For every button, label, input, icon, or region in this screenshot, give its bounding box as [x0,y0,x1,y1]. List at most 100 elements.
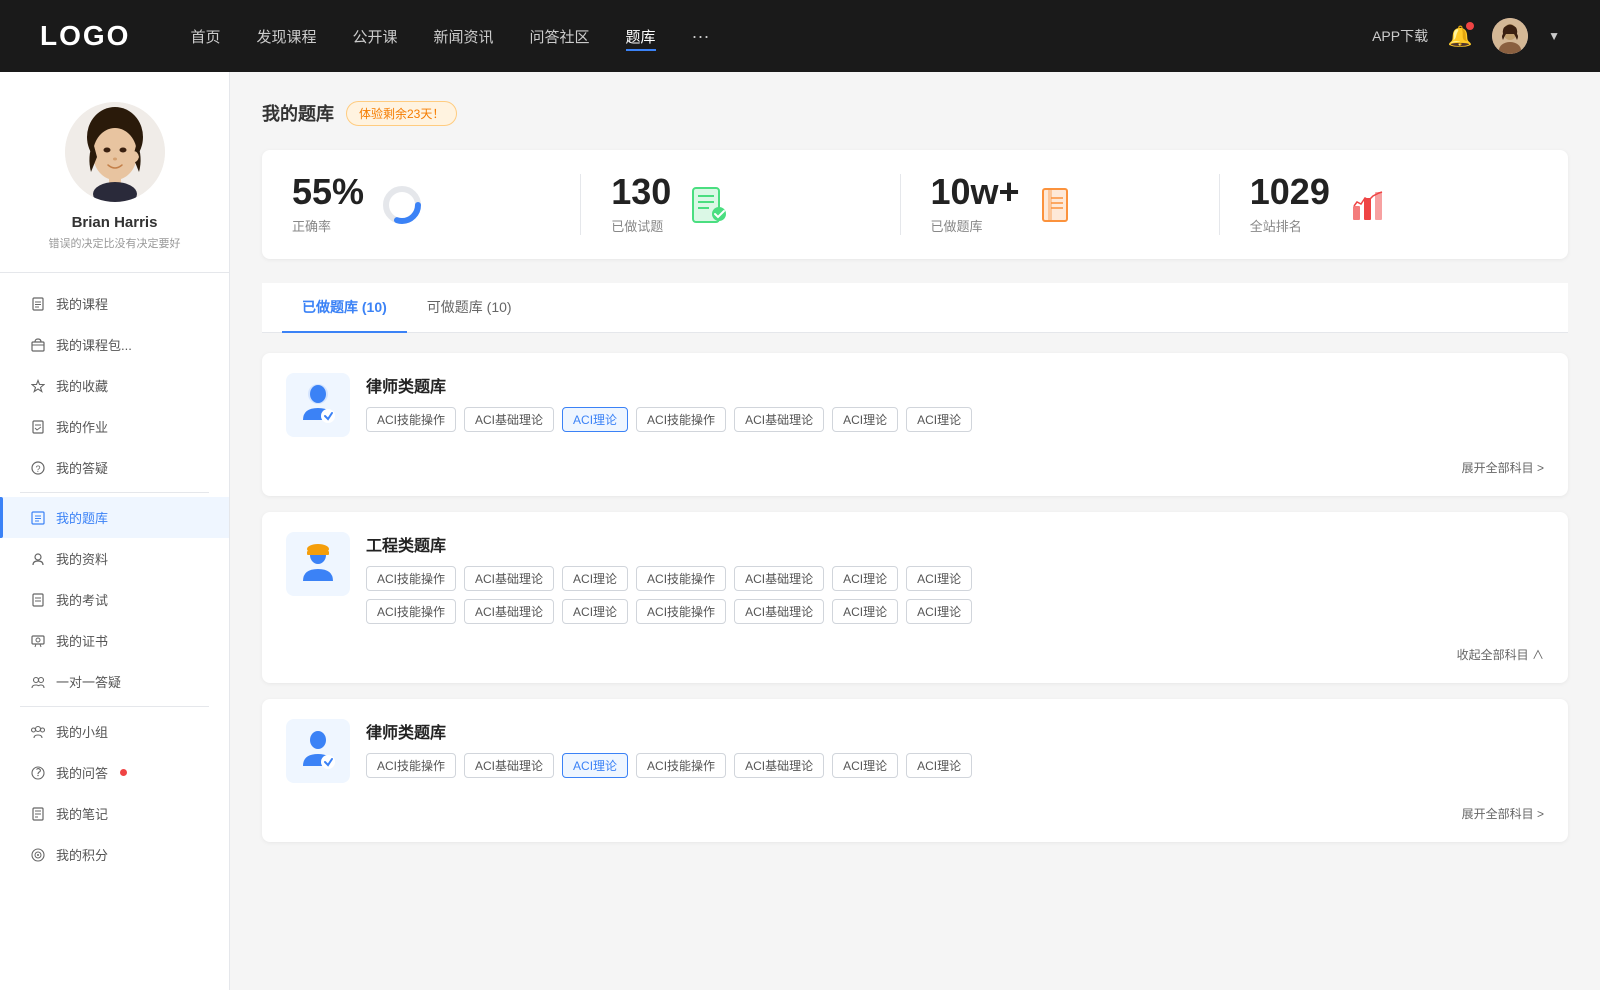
star-icon [30,378,46,394]
stat-rank: 1029 全站排名 [1219,174,1538,235]
sidebar-label: 我的题库 [56,508,108,527]
qbank-lawyer-icon-1 [286,373,350,437]
tag-item[interactable]: ACI理论 [832,407,898,432]
stat-label-done: 已做试题 [611,216,671,235]
tab-done-banks[interactable]: 已做题库 (10) [282,283,407,333]
sidebar-label: 我的课程 [56,294,108,313]
nav-links: 首页 发现课程 公开课 新闻资讯 问答社区 题库 ··· [190,22,1372,51]
sidebar-item-points[interactable]: 我的积分 [0,834,229,875]
sidebar-item-qa[interactable]: ? 我的答疑 [0,447,229,488]
qa-icon: ? [30,460,46,476]
tag-item[interactable]: ACI基础理论 [734,753,824,778]
notification-dot [1466,22,1474,30]
qbank-tags-engineer-row1: ACI技能操作 ACI基础理论 ACI理论 ACI技能操作 ACI基础理论 ACI理论 AC… [366,566,1544,591]
tag-item[interactable]: ACI技能操作 [636,407,726,432]
tag-item[interactable]: ACI基础理论 [464,566,554,591]
tag-item[interactable]: ACI基础理论 [464,407,554,432]
nav-more[interactable]: ··· [692,26,710,47]
tag-item[interactable]: ACI理论 [562,566,628,591]
sidebar-label: 我的问答 [56,763,108,782]
done-banks-icon [1036,183,1080,227]
profile-name: Brian Harris [72,214,158,231]
qbank-title-engineer: 工程类题库 [366,532,1544,556]
profile-motto: 错误的决定比没有决定要好 [49,237,181,252]
nav-link-qa[interactable]: 问答社区 [530,22,590,51]
sidebar-label: 我的课程包... [56,335,132,354]
stat-accuracy: 55% 正确率 [292,174,580,235]
nav-link-qbank[interactable]: 题库 [626,22,656,51]
qbank-lawyer-icon-2 [286,719,350,783]
tag-item[interactable]: ACI理论 [906,407,972,432]
sidebar-label: 我的资料 [56,549,108,568]
stats-card: 55% 正确率 130 已做试题 [262,150,1568,259]
tag-item[interactable]: ACI理论 [562,599,628,624]
sidebar-item-qbank[interactable]: 我的题库 [0,497,229,538]
avatar-chevron-icon[interactable]: ▼ [1548,29,1560,43]
sidebar-label: 我的收藏 [56,376,108,395]
tag-item[interactable]: ACI技能操作 [366,599,456,624]
expand-link-lawyer-2[interactable]: 展开全部科目 > [286,797,1544,822]
tag-item[interactable]: ACI理论 [906,566,972,591]
stat-value-banks: 10w+ [931,174,1020,210]
collapse-link-engineer[interactable]: 收起全部科目 ∧ [286,638,1544,663]
homework-icon [30,419,46,435]
user-avatar[interactable] [1492,18,1528,54]
sidebar-label: 我的答疑 [56,458,108,477]
profile-avatar [65,102,165,202]
tag-item[interactable]: ACI技能操作 [366,753,456,778]
tag-item[interactable]: ACI理论 [906,753,972,778]
sidebar-item-homework[interactable]: 我的作业 [0,406,229,447]
stat-done-questions: 130 已做试题 [580,174,899,235]
notification-bell[interactable]: 🔔 [1448,24,1472,48]
sidebar-item-1on1[interactable]: 一对一答疑 [0,661,229,702]
tag-item[interactable]: ACI理论 [832,599,898,624]
sidebar: Brian Harris 错误的决定比没有决定要好 我的课程 我的课程包... [0,72,230,990]
sidebar-item-certificate[interactable]: 我的证书 [0,620,229,661]
stat-value-accuracy: 55% [292,174,364,210]
tag-item[interactable]: ACI基础理论 [464,753,554,778]
points-icon [30,847,46,863]
tag-item[interactable]: ACI技能操作 [636,753,726,778]
stat-value-rank: 1029 [1250,174,1330,210]
tag-item[interactable]: ACI技能操作 [636,566,726,591]
menu-divider [20,492,209,493]
tag-item[interactable]: ACI理论 [562,753,628,778]
sidebar-item-notes[interactable]: 我的笔记 [0,793,229,834]
sidebar-item-favorites[interactable]: 我的收藏 [0,365,229,406]
sidebar-item-exam[interactable]: 我的考试 [0,579,229,620]
app-download-button[interactable]: APP下载 [1372,26,1428,46]
tag-item[interactable]: ACI理论 [832,566,898,591]
tag-item[interactable]: ACI理论 [562,407,628,432]
tag-item[interactable]: ACI基础理论 [734,407,824,432]
qbank-tags-lawyer-1: ACI技能操作 ACI基础理论 ACI理论 ACI技能操作 ACI基础理论 ACI理论 AC… [366,407,1544,432]
nav-link-discover[interactable]: 发现课程 [256,22,316,51]
tag-item[interactable]: ACI理论 [832,753,898,778]
sidebar-item-course-package[interactable]: 我的课程包... [0,324,229,365]
tag-item[interactable]: ACI基础理论 [734,599,824,624]
tag-item[interactable]: ACI理论 [906,599,972,624]
expand-link-lawyer-1[interactable]: 展开全部科目 > [286,451,1544,476]
nav-link-home[interactable]: 首页 [190,22,220,51]
avatar-image [1492,18,1528,54]
nav-right: APP下载 🔔 ▼ [1372,18,1560,54]
questions-icon [30,765,46,781]
tag-item[interactable]: ACI基础理论 [734,566,824,591]
tag-item[interactable]: ACI技能操作 [636,599,726,624]
qbank-tags-engineer-row2: ACI技能操作 ACI基础理论 ACI理论 ACI技能操作 ACI基础理论 ACI理论 AC… [366,599,1544,624]
tag-item[interactable]: ACI技能操作 [366,407,456,432]
done-questions-icon [687,183,731,227]
tag-item[interactable]: ACI技能操作 [366,566,456,591]
sidebar-item-profile[interactable]: 我的资料 [0,538,229,579]
main-content: 我的题库 体验剩余23天！ 55% 正确率 1 [230,72,1600,990]
navbar: LOGO 首页 发现课程 公开课 新闻资讯 问答社区 题库 ··· APP下载 … [0,0,1600,72]
tab-available-banks[interactable]: 可做题库 (10) [407,283,532,333]
sidebar-item-questions[interactable]: 我的问答 [0,752,229,793]
sidebar-item-my-course[interactable]: 我的课程 [0,283,229,324]
tag-item[interactable]: ACI基础理论 [464,599,554,624]
sidebar-item-group[interactable]: 我的小组 [0,711,229,752]
trial-badge: 体验剩余23天！ [346,101,457,126]
nav-link-open[interactable]: 公开课 [352,22,397,51]
svg-text:?: ? [35,464,40,474]
nav-link-news[interactable]: 新闻资讯 [434,22,494,51]
qbank-card-lawyer-2: 律师类题库 ACI技能操作ACI基础理论ACI理论ACI技能操作ACI基础理论A… [262,699,1568,842]
